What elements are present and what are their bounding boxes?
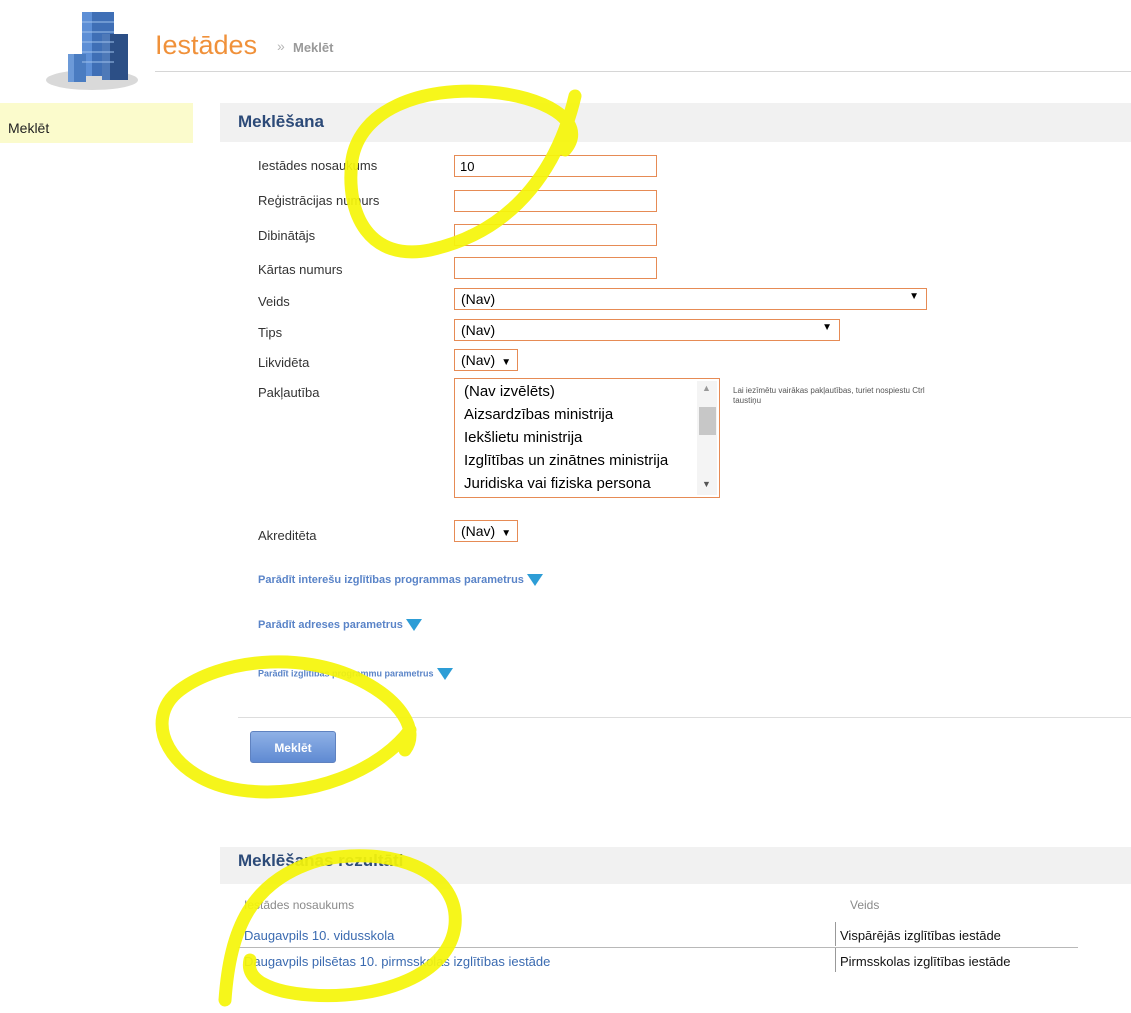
registration-label: Reģistrācijas numurs	[258, 193, 380, 208]
tips-select-value: (Nav)	[461, 322, 496, 338]
caret-down-icon: ▼	[501, 357, 512, 368]
column-header-name: Iestādes nosaukums	[244, 898, 355, 912]
accredited-label: Akreditēta	[258, 528, 317, 543]
accredited-select-value: (Nav)	[461, 523, 496, 539]
form-divider	[238, 717, 1131, 718]
liquidated-label: Likvidēta	[258, 355, 310, 370]
scrollbar-thumb[interactable]	[699, 407, 716, 435]
caret-down-icon: ▼	[822, 322, 832, 333]
accredited-select[interactable]: (Nav) ▼	[454, 520, 519, 542]
column-header-type: Veids	[850, 898, 880, 912]
caret-down-icon: ▼	[501, 528, 512, 539]
registration-input[interactable]	[454, 190, 657, 212]
order-number-input[interactable]	[454, 257, 657, 279]
scroll-up-icon[interactable]: ▲	[702, 383, 711, 393]
toggle-interest-programs-label: Parādīt interešu izglītības programmas p…	[258, 574, 524, 586]
liquidated-select-value: (Nav)	[461, 352, 496, 368]
tips-select[interactable]: (Nav) ▼	[454, 319, 840, 341]
order-number-label: Kārtas numurs	[258, 262, 343, 277]
toggle-education-programs[interactable]: Parādīt izglītības programmu parametrus	[258, 668, 453, 680]
search-section-header	[220, 103, 1131, 142]
name-label: Iestādes nosaukums	[258, 158, 378, 173]
sidebar-item-search[interactable]: Meklēt	[0, 103, 193, 143]
listbox-scrollbar[interactable]: ▲ ▼	[697, 381, 717, 495]
building-logo-icon	[44, 8, 140, 90]
subordination-label: Pakļautība	[258, 385, 320, 400]
type-select[interactable]: (Nav) ▼	[454, 288, 927, 310]
listbox-option[interactable]: Iekšlietu ministrija	[464, 429, 582, 446]
search-section-title: Meklēšana	[238, 112, 324, 131]
column-divider	[835, 922, 836, 946]
triangle-down-icon	[405, 619, 422, 632]
result-name-link[interactable]: Daugavpils pilsētas 10. pirmsskolas izgl…	[244, 954, 550, 969]
toggle-address[interactable]: Parādīt adreses parametrus	[258, 619, 422, 632]
type-select-value: (Nav)	[461, 291, 496, 307]
triangle-down-icon	[436, 668, 453, 680]
subordination-listbox[interactable]: (Nav izvēlēts) Aizsardzības ministrija I…	[454, 378, 720, 498]
toggle-education-programs-label: Parādīt izglītības programmu parametrus	[258, 668, 434, 679]
result-type: Pirmsskolas izglītības iestāde	[840, 954, 1011, 969]
triangle-down-icon	[526, 574, 543, 587]
table-row: Daugavpils 10. vidusskola Vispārējās izg…	[238, 922, 1078, 946]
page-title: Iestādes	[155, 30, 258, 60]
breadcrumb: Meklēt	[293, 40, 334, 55]
name-input[interactable]	[454, 155, 657, 177]
type-label: Veids	[258, 294, 290, 309]
sidebar-item-label: Meklēt	[8, 120, 50, 136]
subordination-hint: Lai iezīmētu vairākas pakļautības, turie…	[733, 386, 925, 405]
highlight-scribble	[155, 655, 417, 799]
founder-input[interactable]	[454, 224, 657, 246]
results-section-title: Meklēšanas rezultāti	[238, 851, 404, 870]
listbox-option[interactable]: Izglītības un zinātnes ministrija	[464, 452, 668, 469]
breadcrumb-separator: »	[277, 38, 285, 54]
founder-label: Dibinātājs	[258, 228, 316, 243]
toggle-address-label: Parādīt adreses parametrus	[258, 619, 403, 631]
listbox-option[interactable]: (Nav izvēlēts)	[464, 383, 555, 400]
table-row: Daugavpils pilsētas 10. pirmsskolas izgl…	[238, 948, 1078, 972]
toggle-interest-programs[interactable]: Parādīt interešu izglītības programmas p…	[258, 574, 543, 587]
listbox-option[interactable]: Aizsardzības ministrija	[464, 406, 613, 423]
scroll-down-icon[interactable]: ▼	[702, 479, 711, 489]
liquidated-select[interactable]: (Nav) ▼	[454, 349, 519, 371]
search-button[interactable]: Meklēt	[250, 731, 336, 763]
header-divider	[155, 71, 1131, 72]
listbox-option[interactable]: Juridiska vai fiziska persona	[464, 475, 651, 492]
caret-down-icon: ▼	[909, 291, 919, 302]
tips-label: Tips	[258, 325, 283, 340]
column-divider	[835, 948, 836, 972]
result-type: Vispārējās izglītības iestāde	[840, 928, 1001, 943]
result-name-link[interactable]: Daugavpils 10. vidusskola	[244, 928, 394, 943]
